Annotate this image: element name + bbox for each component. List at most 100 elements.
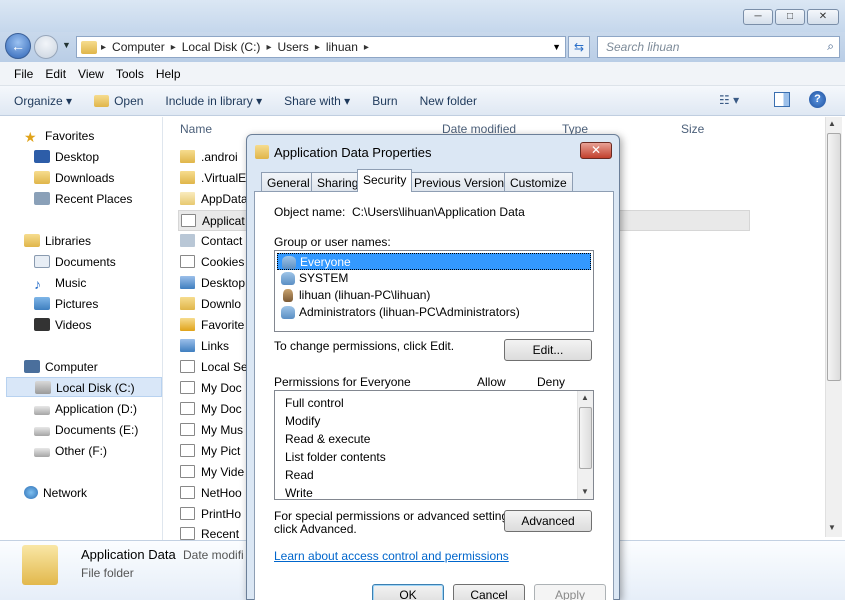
back-button[interactable]: ←	[5, 33, 31, 59]
breadcrumb-lihuan[interactable]: lihuan	[320, 40, 364, 54]
contacts-icon	[180, 234, 195, 247]
open-button[interactable]: Open	[94, 94, 143, 108]
advanced-button[interactable]: Advanced	[504, 510, 592, 532]
breadcrumb-users[interactable]: Users	[271, 40, 314, 54]
recent-pages-dropdown-icon[interactable]: ▼	[62, 40, 71, 50]
list-item[interactable]: Local Se	[180, 357, 248, 378]
cancel-button[interactable]: Cancel	[453, 584, 525, 600]
scroll-up-icon[interactable]: ▲	[581, 393, 589, 402]
breadcrumb-local-disk[interactable]: Local Disk (C:)	[176, 40, 267, 54]
sidebar-item-desktop[interactable]: Desktop	[34, 147, 99, 167]
user-item-administrators[interactable]: Administrators (lihuan-PC\Administrators…	[277, 304, 591, 321]
documents-icon	[34, 255, 50, 268]
menu-tools[interactable]: Tools	[110, 67, 150, 81]
list-item[interactable]: .androi	[180, 147, 238, 168]
column-name[interactable]: Name	[180, 122, 212, 136]
list-item[interactable]: Cookies	[180, 252, 244, 273]
organize-button[interactable]: Organize ▾	[14, 94, 72, 108]
share-with-button[interactable]: Share with ▾	[284, 94, 350, 108]
user-item-lihuan[interactable]: lihuan (lihuan-PC\lihuan)	[277, 287, 591, 304]
forward-button[interactable]	[34, 35, 58, 59]
list-item[interactable]: My Vide	[180, 462, 244, 483]
tab-general[interactable]: General	[261, 172, 316, 192]
scroll-down-icon[interactable]: ▼	[581, 487, 589, 496]
folder-icon	[255, 145, 269, 159]
sidebar-item-other-f[interactable]: Other (F:)	[34, 441, 107, 461]
list-item[interactable]: My Pict	[180, 441, 240, 462]
list-item[interactable]: PrintHo	[180, 504, 241, 525]
new-folder-button[interactable]: New folder	[420, 94, 477, 108]
scroll-down-icon[interactable]: ▼	[828, 523, 836, 532]
sidebar-item-music[interactable]: ♪ Music	[34, 273, 86, 293]
view-options-icon[interactable]: ☷ ▾	[719, 93, 739, 107]
close-window-button[interactable]: ✕	[807, 9, 839, 25]
include-in-library-button[interactable]: Include in library ▾	[165, 94, 262, 108]
scroll-up-icon[interactable]: ▲	[828, 119, 836, 128]
shortcut-icon	[180, 360, 195, 373]
burn-button[interactable]: Burn	[372, 94, 397, 108]
sidebar-item-documents-e[interactable]: Documents (E:)	[34, 420, 138, 440]
tab-previous-versions[interactable]: Previous Versions	[408, 172, 517, 192]
sidebar-favorites[interactable]: ★ Favorites	[24, 126, 94, 146]
list-item[interactable]: AppData	[180, 189, 248, 210]
list-item[interactable]: Recent	[180, 524, 239, 540]
sidebar-item-application-d[interactable]: Application (D:)	[34, 399, 137, 419]
help-icon[interactable]: ?	[809, 91, 826, 108]
tab-customize[interactable]: Customize	[504, 172, 573, 192]
tab-security[interactable]: Security	[357, 169, 413, 192]
menu-view[interactable]: View	[72, 67, 110, 81]
sidebar-item-local-disk-c[interactable]: Local Disk (C:)	[6, 377, 162, 397]
sidebar-computer[interactable]: Computer	[24, 357, 98, 377]
maximize-button[interactable]: □	[775, 9, 805, 25]
menu-file[interactable]: File	[8, 67, 39, 81]
sidebar-item-recent-places[interactable]: Recent Places	[34, 189, 132, 209]
permissions-list[interactable]: Full control Modify Read & execute List …	[274, 390, 594, 500]
downloads-icon	[34, 171, 50, 184]
sidebar-libraries[interactable]: Libraries	[24, 231, 91, 251]
file-list-scrollbar[interactable]: ▲ ▼	[825, 117, 842, 537]
sidebar-item-videos[interactable]: Videos	[34, 315, 91, 335]
sidebar-network[interactable]: Network	[24, 483, 87, 503]
permission-read-execute: Read & execute	[285, 432, 371, 446]
user-item-everyone[interactable]: Everyone	[277, 253, 591, 270]
user-list[interactable]: Everyone SYSTEM lihuan (lihuan-PC\lihuan…	[274, 250, 594, 332]
ok-button[interactable]: OK	[372, 584, 444, 600]
sidebar-item-pictures[interactable]: Pictures	[34, 294, 98, 314]
list-item[interactable]: .VirtualE	[180, 168, 246, 189]
list-item[interactable]: Downlo	[180, 294, 241, 315]
dialog-close-button[interactable]: ✕	[580, 142, 612, 159]
open-folder-icon	[94, 94, 110, 107]
user-item-system[interactable]: SYSTEM	[277, 270, 591, 287]
refresh-icon[interactable]: ⇆	[568, 36, 590, 58]
menu-help[interactable]: Help	[150, 67, 187, 81]
shortcut-icon	[180, 381, 195, 394]
change-permissions-text: To change permissions, click Edit.	[274, 339, 455, 353]
list-item[interactable]: NetHoo	[180, 483, 242, 504]
list-item[interactable]: My Doc	[180, 399, 242, 420]
special-permissions-text-2: click Advanced.	[274, 522, 357, 536]
edit-button[interactable]: Edit...	[504, 339, 592, 361]
column-size[interactable]: Size	[681, 122, 704, 136]
sidebar-item-downloads[interactable]: Downloads	[34, 168, 114, 188]
list-item[interactable]: My Mus	[180, 420, 243, 441]
learn-access-control-link[interactable]: Learn about access control and permissio…	[274, 549, 509, 563]
list-item[interactable]: Favorite	[180, 315, 244, 336]
shortcut-icon	[180, 444, 195, 457]
apply-button[interactable]: Apply	[534, 584, 606, 600]
address-dropdown-icon[interactable]: ▼	[552, 42, 561, 52]
list-item[interactable]: Links	[180, 336, 229, 357]
list-item[interactable]: Contact	[180, 231, 242, 252]
permissions-scrollbar[interactable]: ▲ ▼	[577, 391, 593, 499]
list-item[interactable]: My Doc	[180, 378, 242, 399]
menu-edit[interactable]: Edit	[39, 67, 72, 81]
address-bar[interactable]: ▸ Computer ▸ Local Disk (C:) ▸ Users ▸ l…	[76, 36, 566, 58]
properties-dialog: Application Data Properties ✕ General Sh…	[246, 134, 620, 600]
minimize-button[interactable]: ─	[743, 9, 773, 25]
list-item[interactable]: Desktop	[180, 273, 245, 294]
scrollbar-thumb[interactable]	[827, 133, 841, 381]
scrollbar-thumb[interactable]	[579, 407, 592, 469]
preview-pane-icon[interactable]	[774, 92, 790, 107]
sidebar-item-documents[interactable]: Documents	[34, 252, 116, 272]
breadcrumb-computer[interactable]: Computer	[106, 40, 171, 54]
search-input[interactable]: Search lihuan ⌕	[597, 36, 840, 58]
